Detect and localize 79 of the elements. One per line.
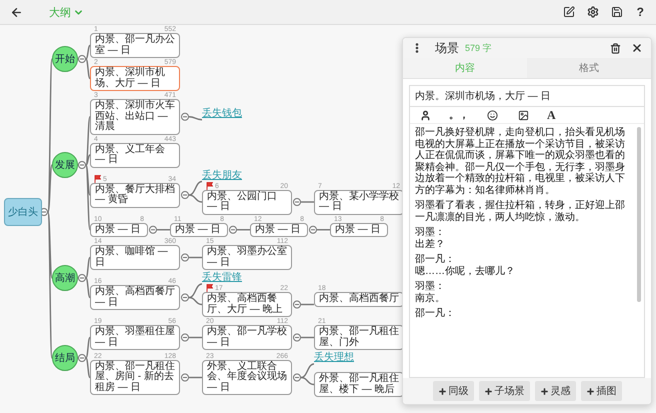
root-node[interactable]: 少白头 <box>4 198 42 226</box>
collapse-icon[interactable] <box>78 354 86 362</box>
collapse-icon[interactable] <box>181 294 189 302</box>
branch-line <box>157 229 170 230</box>
scene-node[interactable]: 内景、高档西餐厅 — 日 <box>90 285 180 310</box>
branch-line <box>301 201 314 203</box>
plus-icon <box>438 386 446 396</box>
body-paragraph: 邵一凡： <box>415 254 456 266</box>
branch-line <box>188 116 202 120</box>
body-paragraph: 羽墨： <box>415 281 446 292</box>
scene-node[interactable]: 内景、邵一凡租住屋、门外 <box>314 325 404 350</box>
scene-node[interactable]: 内景 — 日 <box>170 222 228 237</box>
add-button[interactable]: 子场景 <box>478 381 530 401</box>
scene-node[interactable]: 内景、邵一凡办公室 — 日 <box>90 33 180 58</box>
chapter-node[interactable]: 高潮 <box>52 265 78 291</box>
collapse-icon[interactable] <box>181 374 189 382</box>
scene-node[interactable]: 内景 — 日 <box>90 222 148 237</box>
scene-node[interactable]: 内景、深圳市机场、大厅 — 日 <box>90 66 180 91</box>
font-button[interactable]: A <box>547 108 556 122</box>
trash-icon[interactable] <box>608 40 623 56</box>
scene-node[interactable]: 内景、高档西餐厅 <box>314 292 404 306</box>
body-paragraph: 南京。 <box>415 292 446 304</box>
punctuation-button[interactable]: 。， <box>449 108 469 122</box>
add-button[interactable]: 同级 <box>432 381 474 401</box>
scene-node[interactable]: 外景、邵一凡租住屋、楼下 — 晚后 <box>314 372 404 397</box>
word-count: 579 字 <box>465 42 492 54</box>
help-button[interactable]: ? <box>632 3 648 21</box>
collapse-icon[interactable] <box>293 198 301 206</box>
scene-node[interactable]: 内景、深圳市火车西站、出站口 — 清晨 <box>90 99 180 134</box>
branch-line <box>237 229 250 230</box>
scene-node[interactable]: 内景、义工年会 — 日 <box>90 142 180 168</box>
chapter-node[interactable]: 发展 <box>52 152 78 178</box>
collapse-icon[interactable] <box>229 226 237 234</box>
collapse-icon[interactable] <box>78 161 86 169</box>
collapse-icon[interactable] <box>78 274 86 282</box>
collapse-icon[interactable] <box>181 334 189 342</box>
collapse-icon[interactable] <box>181 112 189 121</box>
branch-line <box>301 304 314 306</box>
scene-node[interactable]: 内景、邵一凡学校 — 日 <box>202 325 292 350</box>
scene-node[interactable]: 内景、邵一凡租住屋、房间 - 新的去租房 — 日 <box>90 360 180 396</box>
collapse-icon[interactable] <box>149 226 157 234</box>
scene-node[interactable]: 内景、咖啡馆 — 日 <box>90 245 180 270</box>
collapse-icon[interactable] <box>293 300 301 308</box>
branch-line <box>189 336 202 338</box>
chapter-node[interactable]: 开始 <box>52 46 78 72</box>
branch-line <box>317 229 330 230</box>
panel-title: 场景 <box>435 40 459 56</box>
scene-node[interactable]: 内景 — 日 <box>250 222 308 237</box>
branch-line <box>189 376 202 378</box>
collapse-icon[interactable] <box>293 374 301 382</box>
collapse-icon[interactable] <box>181 191 189 199</box>
scrollbar[interactable] <box>637 127 641 302</box>
scene-node[interactable]: 内景、公园门口 — 日 <box>202 190 292 214</box>
body-paragraph: 羽墨看了看表，握住拉杆箱，转身，正好迎上邵一凡凛凛的目光，两人均吃惊，激动。 <box>415 200 626 223</box>
body-paragraph: 羽墨： <box>415 227 446 238</box>
collapse-icon[interactable] <box>309 226 317 234</box>
branch-line <box>301 336 314 338</box>
scene-node[interactable]: 内景 — 日 <box>330 222 388 237</box>
add-button[interactable]: 插图 <box>580 381 622 401</box>
collapse-icon[interactable] <box>293 334 301 342</box>
body-paragraph: 邵一凡换好登机牌，走向登机口，抬头看见机场电视的大屏幕上正在播放一个采访节目，被采访人正在侃侃而谈，屏幕下唯一的观众羽墨也看的聚精会神。邵一凡仅一个手包，无行李，羽墨身边放着一个精致的拉杆箱，电视里，被采访人下方的字幕为：知名律师林肖肖。 <box>415 127 626 196</box>
smiley-icon[interactable] <box>485 108 500 122</box>
scene-node[interactable]: 内景、羽墨办公室 — 日 <box>202 245 292 270</box>
body-paragraph: 邵一凡： <box>415 308 456 320</box>
plus-icon <box>586 386 594 396</box>
collapse-icon[interactable] <box>181 254 189 262</box>
scene-node[interactable]: 内景、餐厅大排档 — 黄昏 <box>90 182 180 208</box>
chapter-node[interactable]: 结局 <box>52 345 78 371</box>
body-paragraph: 出差？ <box>415 238 446 250</box>
scene-node[interactable]: 内景、羽墨租住屋 — 日 <box>90 325 180 350</box>
plus-icon <box>484 386 492 396</box>
scene-node[interactable]: 内景、某小学学校 — 日 <box>314 190 404 214</box>
scene-node[interactable]: 内景、高档西餐厅、大厅 — 晚上 <box>202 292 292 317</box>
body-paragraph: 嗯……你呢，去哪儿？ <box>415 266 516 277</box>
collapse-icon[interactable] <box>78 55 86 63</box>
scene-node[interactable]: 外景、义工联合会、年度会议现场 — 日 <box>202 360 292 396</box>
plus-icon <box>540 386 548 396</box>
branch-line <box>189 256 202 258</box>
add-button[interactable]: 灵感 <box>534 381 576 401</box>
